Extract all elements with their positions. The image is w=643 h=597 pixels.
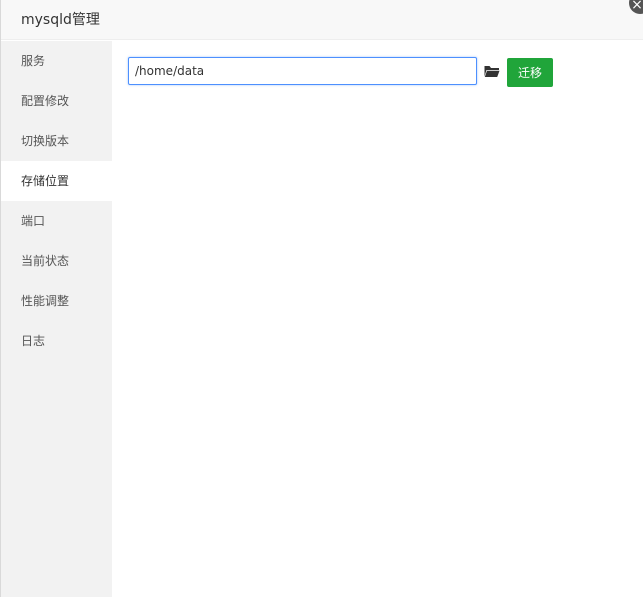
close-button[interactable]: × bbox=[629, 0, 643, 14]
migrate-button[interactable]: 迁移 bbox=[507, 58, 553, 87]
folder-open-icon[interactable] bbox=[484, 64, 500, 78]
close-icon: × bbox=[631, 0, 643, 13]
storage-location-panel: 迁移 bbox=[112, 41, 643, 597]
sidebar-item-config-edit[interactable]: 配置修改 bbox=[1, 81, 112, 121]
sidebar-menu: 服务 配置修改 切换版本 存储位置 端口 当前状态 性能调整 日志 bbox=[1, 41, 112, 597]
storage-path-input[interactable] bbox=[128, 57, 477, 85]
sidebar-item-current-status[interactable]: 当前状态 bbox=[1, 241, 112, 281]
dialog-titlebar: mysqld管理 bbox=[1, 0, 643, 40]
mysqld-manager-dialog: mysqld管理 × 服务 配置修改 切换版本 存储位置 端口 当前状态 性能调… bbox=[0, 0, 643, 597]
sidebar-item-storage-location[interactable]: 存储位置 bbox=[1, 161, 112, 201]
sidebar-item-port[interactable]: 端口 bbox=[1, 201, 112, 241]
sidebar-item-service[interactable]: 服务 bbox=[1, 41, 112, 81]
dialog-title: mysqld管理 bbox=[21, 12, 100, 28]
sidebar-item-performance-tuning[interactable]: 性能调整 bbox=[1, 281, 112, 321]
sidebar-item-logs[interactable]: 日志 bbox=[1, 321, 112, 361]
sidebar-item-switch-version[interactable]: 切换版本 bbox=[1, 121, 112, 161]
